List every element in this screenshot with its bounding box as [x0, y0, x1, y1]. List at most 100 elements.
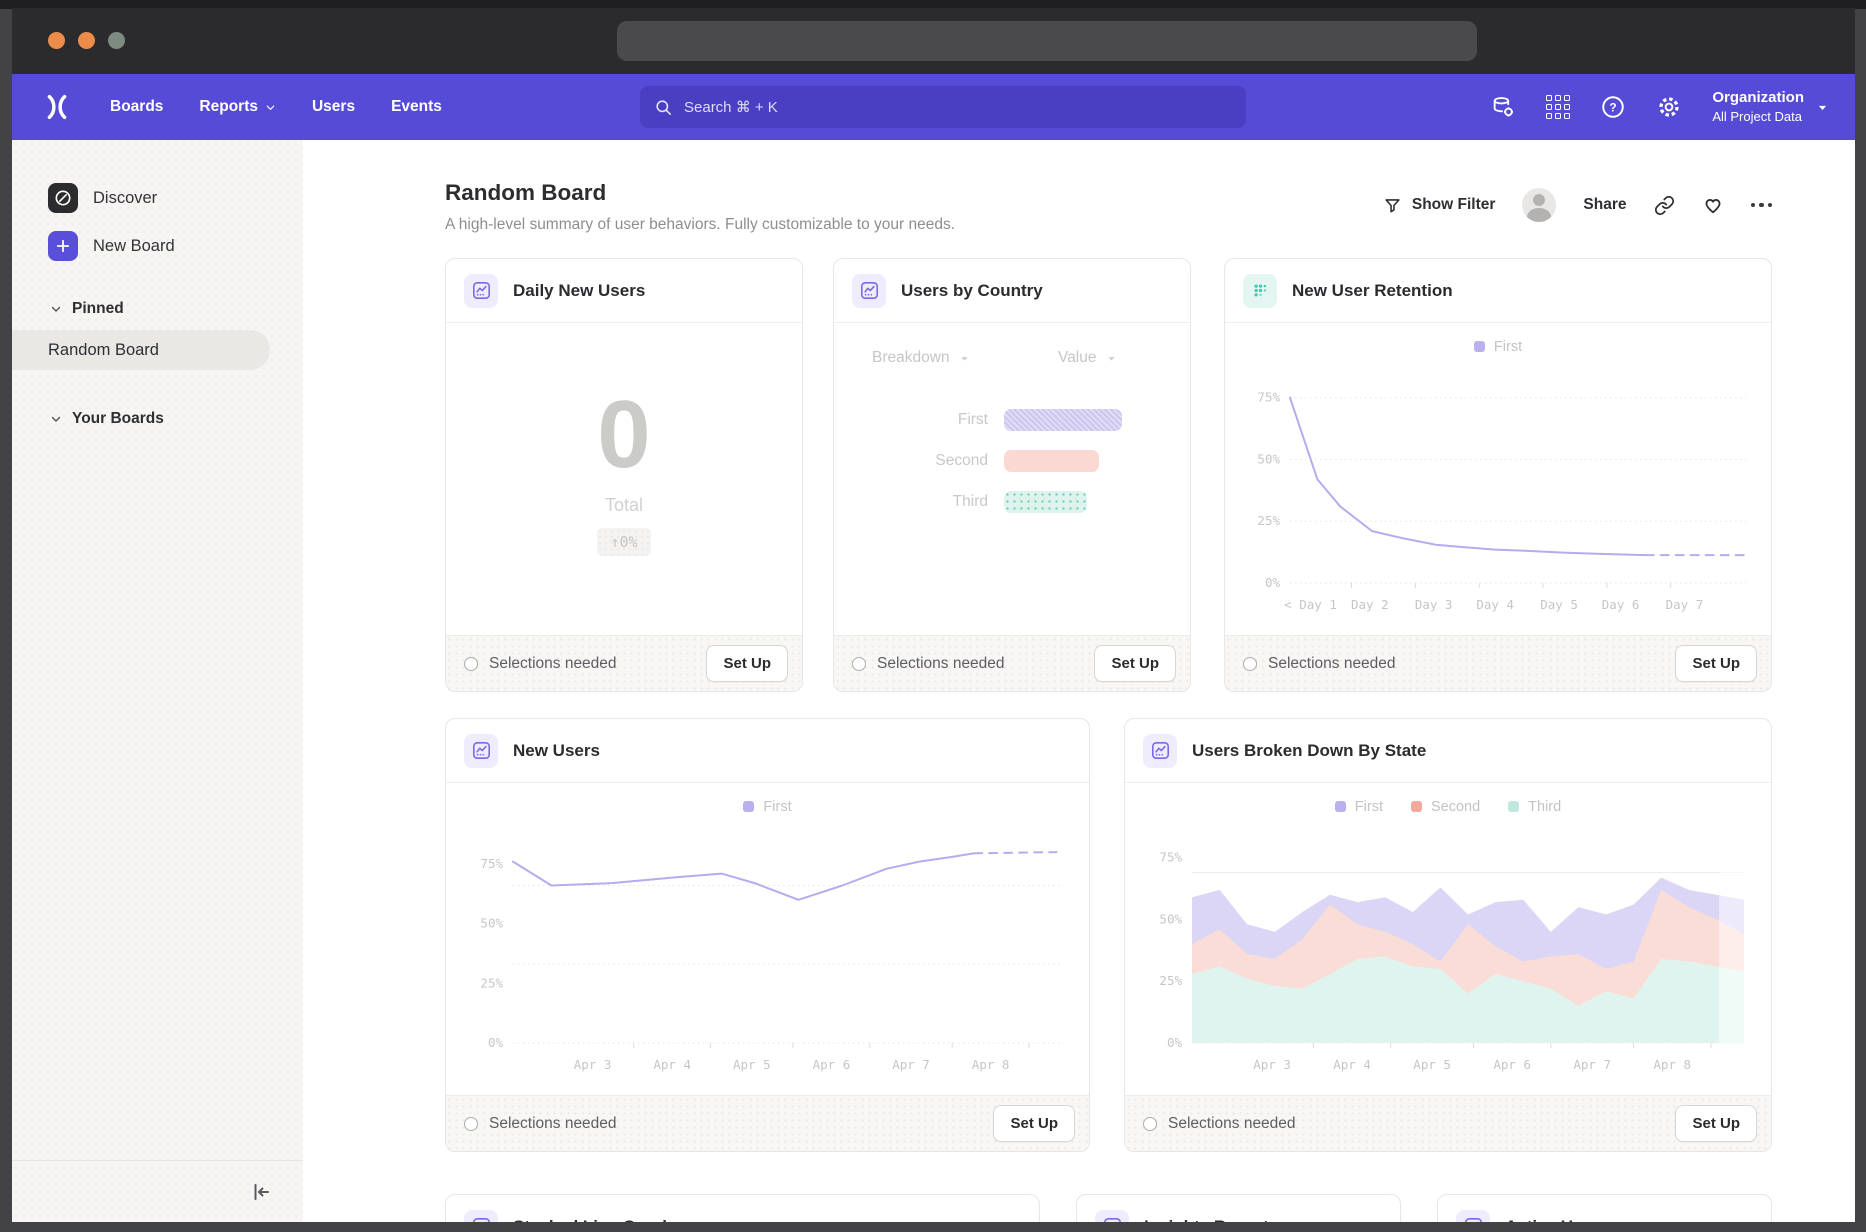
mixpanel-logo-icon[interactable]: [42, 92, 72, 122]
avatar[interactable]: [1522, 188, 1556, 222]
value-column-select[interactable]: Value: [1058, 349, 1117, 367]
data-management-icon[interactable]: [1491, 95, 1516, 120]
svg-text:Day 5: Day 5: [1540, 597, 1578, 612]
plus-icon: [48, 231, 78, 261]
sidebar-random-board-label: Random Board: [48, 341, 159, 360]
collapse-sidebar-button[interactable]: [249, 1180, 273, 1204]
nav-reports[interactable]: Reports: [199, 98, 276, 116]
nav-users-label: Users: [312, 98, 355, 116]
breakdown-value-bar: [1004, 491, 1087, 513]
legend-item[interactable]: First: [1474, 339, 1522, 355]
copy-link-button[interactable]: [1654, 195, 1675, 216]
settings-gear-icon[interactable]: [1656, 94, 1682, 120]
legend-item[interactable]: First: [743, 799, 791, 815]
svg-text:Day 7: Day 7: [1666, 597, 1704, 612]
card-users-by-country: Users by Country Breakdown Value: [833, 258, 1191, 692]
breakdown-row: First: [834, 399, 1190, 440]
sidebar-item-random-board[interactable]: Random Board: [12, 330, 270, 370]
org-name: Organization: [1712, 89, 1804, 108]
card-title: Active Users: [1505, 1217, 1608, 1223]
selections-needed: Selections needed: [464, 1115, 617, 1133]
selections-needed-label: Selections needed: [489, 1115, 617, 1133]
set-up-button[interactable]: Set Up: [993, 1105, 1075, 1142]
navbar-actions: ? Organization All Project Data: [1491, 89, 1829, 125]
selections-needed-label: Selections needed: [489, 655, 617, 673]
show-filter-label: Show Filter: [1412, 196, 1496, 214]
nav-events[interactable]: Events: [391, 98, 442, 116]
line-chart-icon: [464, 1210, 498, 1223]
card-insights-report: Insights Report: [1076, 1194, 1401, 1222]
line-chart-icon: [1143, 734, 1177, 768]
sidebar-item-discover[interactable]: Discover: [12, 174, 303, 222]
svg-text:Apr 4: Apr 4: [1333, 1057, 1371, 1072]
cards-row-3: Stacked Line Graph Insights Report: [445, 1194, 1772, 1222]
selections-needed-label: Selections needed: [1168, 1115, 1296, 1133]
more-options-button[interactable]: [1751, 203, 1773, 208]
help-icon[interactable]: ?: [1600, 94, 1626, 120]
card-body: FirstSecondThird 75%50%25%0%Apr 3Apr 4Ap…: [1125, 783, 1771, 1095]
breakdown-rows: FirstSecondThird: [834, 399, 1190, 522]
set-up-button[interactable]: Set Up: [1675, 645, 1757, 682]
selections-needed-label: Selections needed: [1268, 655, 1396, 673]
line-chart-icon: [464, 274, 498, 308]
card-footer: Selections needed Set Up: [834, 635, 1190, 691]
nav-boards[interactable]: Boards: [110, 98, 163, 116]
card-body: First 75%50%25%0%Apr 3Apr 4Apr 5Apr 6Apr…: [446, 783, 1089, 1095]
card-header: Insights Report: [1077, 1195, 1400, 1222]
favorite-button[interactable]: [1702, 194, 1724, 216]
sidebar-section-pinned[interactable]: Pinned: [12, 300, 303, 318]
set-up-button[interactable]: Set Up: [706, 645, 788, 682]
board-content: Random Board A high-level summary of use…: [303, 140, 1855, 1222]
circle-icon: [852, 657, 866, 671]
apps-grid-icon[interactable]: [1546, 95, 1570, 119]
org-switcher[interactable]: Organization All Project Data: [1712, 89, 1829, 125]
legend-item[interactable]: Second: [1411, 799, 1480, 815]
card-footer: Selections needed Set Up: [446, 1095, 1089, 1151]
svg-text:25%: 25%: [1159, 973, 1182, 988]
svg-text:Day 2: Day 2: [1351, 597, 1389, 612]
address-bar[interactable]: [617, 21, 1477, 61]
card-header: Stacked Line Graph: [446, 1195, 1039, 1222]
set-up-button[interactable]: Set Up: [1675, 1105, 1757, 1142]
sidebar-item-new-board[interactable]: New Board: [12, 222, 303, 270]
svg-text:< Day 1: < Day 1: [1284, 597, 1337, 612]
legend-swatch: [1411, 801, 1422, 812]
discover-compass-icon: [48, 183, 78, 213]
selections-needed: Selections needed: [852, 655, 1005, 673]
breakdown-column-select[interactable]: Breakdown: [872, 349, 1058, 367]
card-title: Insights Report: [1144, 1217, 1269, 1223]
card-header: Users Broken Down By State: [1125, 719, 1771, 783]
breakdown-row: Third: [834, 481, 1190, 522]
search-icon: [654, 98, 673, 117]
share-button[interactable]: Share: [1583, 196, 1626, 214]
search-input[interactable]: Search ⌘ + K: [640, 86, 1246, 128]
legend-item[interactable]: Third: [1508, 799, 1561, 815]
svg-text:Day 4: Day 4: [1476, 597, 1514, 612]
card-footer: Selections needed Set Up: [446, 635, 802, 691]
svg-text:50%: 50%: [1159, 911, 1182, 926]
card-body: First 75%50%25%0%< Day 1Day 2Day 3Day 4D…: [1225, 323, 1771, 635]
svg-text:Day 3: Day 3: [1415, 597, 1453, 612]
sidebar-section-your-boards[interactable]: Your Boards: [12, 410, 303, 428]
set-up-button[interactable]: Set Up: [1094, 645, 1176, 682]
chevron-down-icon: [50, 413, 62, 425]
board-header: Random Board A high-level summary of use…: [445, 180, 1772, 234]
card-title: Users by Country: [901, 281, 1043, 301]
sidebar-pinned-label: Pinned: [72, 300, 124, 318]
window-close-button[interactable]: [48, 32, 65, 49]
sidebar-discover-label: Discover: [93, 189, 157, 208]
svg-text:75%: 75%: [480, 856, 503, 871]
line-chart-icon: [1095, 1210, 1129, 1223]
chart-legend: First: [1225, 337, 1771, 357]
nav-boards-label: Boards: [110, 98, 163, 116]
window-minimize-button[interactable]: [78, 32, 95, 49]
card-new-user-retention: New User Retention First 75%50%25%0%< Da…: [1224, 258, 1772, 692]
search-placeholder: Search ⌘ + K: [684, 98, 778, 116]
svg-text:Apr 7: Apr 7: [1573, 1057, 1611, 1072]
show-filter-button[interactable]: Show Filter: [1383, 196, 1496, 215]
nav-users[interactable]: Users: [312, 98, 355, 116]
legend-item[interactable]: First: [1335, 799, 1383, 815]
window-zoom-button[interactable]: [108, 32, 125, 49]
line-chart-icon: [464, 734, 498, 768]
card-daily-new-users: Daily New Users 0 Total ↑0% Selections n…: [445, 258, 803, 692]
